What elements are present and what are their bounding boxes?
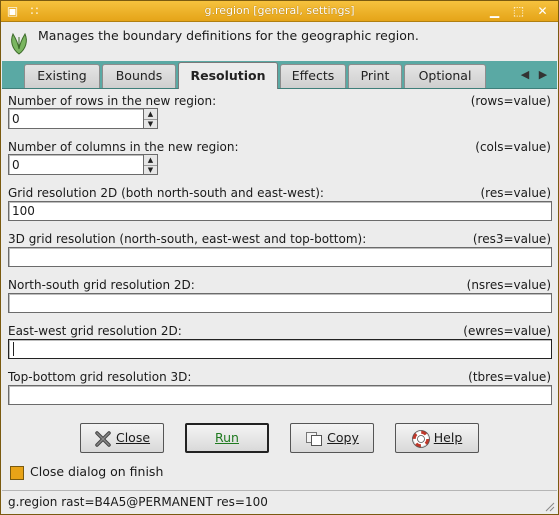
g-region-dialog: ▣ ∷ g.region [general, settings] ▁ ⬚ ✕ M… <box>0 0 559 515</box>
cols-spinner[interactable]: 0 ▲ ▼ <box>8 154 158 175</box>
close-button-label: Close <box>115 430 151 445</box>
spin-up-icon[interactable]: ▲ <box>144 155 157 165</box>
status-bar: g.region rast=B4A5@PERMANENT res=100 <box>2 490 557 514</box>
tab-scroll-left-icon[interactable]: ◀ <box>517 66 533 84</box>
cols-label: Number of columns in the new region: <box>8 140 239 154</box>
cols-value[interactable]: 0 <box>8 154 144 175</box>
rows-spinner[interactable]: 0 ▲ ▼ <box>8 108 158 129</box>
tbres-key: (tbres=value) <box>468 370 551 384</box>
command-preview: g.region rast=B4A5@PERMANENT res=100 <box>8 495 268 509</box>
grass-leaf-icon <box>11 32 27 55</box>
res3-input[interactable] <box>8 247 552 267</box>
tbres-label: Top-bottom grid resolution 3D: <box>8 370 192 384</box>
res-input[interactable]: 100 <box>8 201 552 221</box>
nsres-input[interactable] <box>8 293 552 313</box>
close-x-icon <box>95 430 111 447</box>
tbres-input[interactable] <box>8 385 552 405</box>
tab-bounds[interactable]: Bounds <box>102 64 176 88</box>
tab-existing[interactable]: Existing <box>24 64 100 88</box>
cols-key: (cols=value) <box>475 140 551 154</box>
res3-key: (res3=value) <box>472 232 551 246</box>
res-key: (res=value) <box>480 186 552 200</box>
rows-label: Number of rows in the new region: <box>8 94 217 108</box>
minimize-icon[interactable]: ▁ <box>487 4 502 19</box>
rows-key: (rows=value) <box>470 94 551 108</box>
res-label: Grid resolution 2D (both north-south and… <box>8 186 324 200</box>
close-button[interactable]: Close <box>80 423 164 453</box>
close-window-icon[interactable]: ✕ <box>535 4 550 19</box>
rows-spin-arrows[interactable]: ▲ ▼ <box>144 108 158 129</box>
resolution-panel: Number of rows in the new region: (rows=… <box>2 90 557 405</box>
module-header: Manages the boundary definitions for the… <box>2 23 557 61</box>
ewres-key: (ewres=value) <box>463 324 551 338</box>
nsres-label: North-south grid resolution 2D: <box>8 278 195 292</box>
close-on-finish-checkbox[interactable] <box>10 466 24 480</box>
rows-value[interactable]: 0 <box>8 108 144 129</box>
tab-strip: Existing Bounds Resolution Effects Print… <box>2 61 557 89</box>
maximize-icon[interactable]: ⬚ <box>511 4 526 19</box>
run-button-label: Run <box>215 430 239 445</box>
run-button[interactable]: Run <box>185 423 269 453</box>
copy-button[interactable]: Copy <box>290 423 374 453</box>
title-bar[interactable]: ▣ ∷ g.region [general, settings] ▁ ⬚ ✕ <box>1 1 558 22</box>
module-description: Manages the boundary definitions for the… <box>38 28 419 43</box>
tab-scroll: ◀ ▶ <box>517 66 553 84</box>
spin-down-icon[interactable]: ▼ <box>144 119 157 128</box>
spin-up-icon[interactable]: ▲ <box>144 109 157 119</box>
help-button-label: Help <box>433 430 463 445</box>
resize-grip-icon[interactable] <box>543 500 555 512</box>
lifebuoy-icon <box>411 429 430 448</box>
nsres-key: (nsres=value) <box>466 278 551 292</box>
cols-spin-arrows[interactable]: ▲ ▼ <box>144 154 158 175</box>
res3-label: 3D grid resolution (north-south, east-we… <box>8 232 367 246</box>
ewres-label: East-west grid resolution 2D: <box>8 324 182 338</box>
tab-resolution[interactable]: Resolution <box>178 62 278 89</box>
copy-icon <box>306 431 323 446</box>
tab-optional[interactable]: Optional <box>404 64 486 88</box>
copy-button-label: Copy <box>327 430 359 445</box>
window-title: g.region [general, settings] <box>204 4 355 17</box>
help-button[interactable]: Help <box>395 423 479 453</box>
text-cursor <box>13 342 14 356</box>
ewres-input[interactable] <box>8 339 552 359</box>
tab-print[interactable]: Print <box>348 64 402 88</box>
spin-down-icon[interactable]: ▼ <box>144 165 157 174</box>
tab-effects[interactable]: Effects <box>280 64 346 88</box>
close-on-finish-label[interactable]: Close dialog on finish <box>30 464 163 479</box>
tab-scroll-right-icon[interactable]: ▶ <box>535 66 551 84</box>
